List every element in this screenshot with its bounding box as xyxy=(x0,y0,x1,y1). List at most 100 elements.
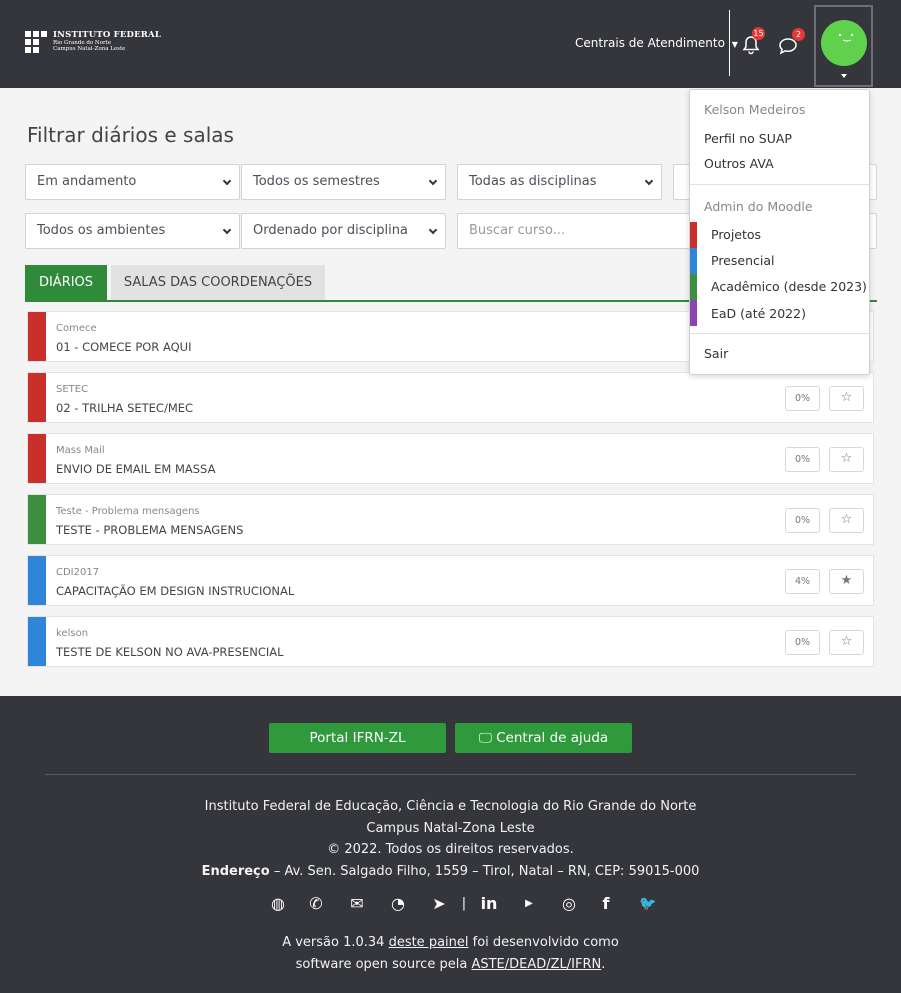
central-ajuda-button[interactable]: 🖵 Central de ajuda xyxy=(455,723,632,753)
footer-version: A versão 1.0.34 deste painel foi desenvo… xyxy=(282,935,619,950)
ordenacao-select[interactable]: Ordenado por disciplina xyxy=(241,213,446,249)
menu-divider xyxy=(690,333,869,334)
course-category: SETEC xyxy=(56,384,89,395)
menu-color-marker xyxy=(690,274,697,300)
course-category: Mass Mail xyxy=(56,445,105,456)
course-category: Comece xyxy=(56,323,97,334)
tab-salas-coordenacoes[interactable]: SALAS DAS COORDENAÇÕES xyxy=(111,265,325,300)
progress-badge: 4% xyxy=(785,569,820,594)
course-name[interactable]: 01 - COMECE POR AQUI xyxy=(56,340,191,354)
chevron-down-icon xyxy=(222,176,232,186)
centrais-atendimento-dropdown[interactable]: Centrais de Atendimento ▼ xyxy=(575,36,738,50)
menu-admin-moodle-heading: Admin do Moodle xyxy=(704,199,813,214)
progress-badge: 0% xyxy=(785,447,820,472)
progress-badge: 0% xyxy=(785,386,820,411)
caret-down-icon xyxy=(841,74,847,78)
address-text: – Av. Sen. Salgado Filho, 1559 – Tirol, … xyxy=(269,864,700,879)
course-color-bar xyxy=(28,617,46,666)
course-name[interactable]: 02 - TRILHA SETEC/MEC xyxy=(56,401,193,415)
page-footer: Portal IFRN-ZL 🖵 Central de ajuda Instit… xyxy=(0,696,901,993)
course-card[interactable]: Mass Mail ENVIO DE EMAIL EM MASSA 0% ☆ xyxy=(27,433,874,484)
progress-badge: 0% xyxy=(785,630,820,655)
menu-divider xyxy=(690,184,869,185)
menu-item-academico[interactable]: Acadêmico (desde 2023) xyxy=(711,279,867,294)
course-name[interactable]: TESTE - PROBLEMA MENSAGENS xyxy=(56,523,243,537)
help-desktop-icon: 🖵 xyxy=(478,730,492,746)
favorite-star-icon[interactable]: ☆ xyxy=(829,447,864,472)
twitter-icon[interactable]: 🐦 xyxy=(637,893,659,915)
footer-license: software open source pela ASTE/DEAD/ZL/I… xyxy=(295,957,606,972)
menu-item-perfil-suap[interactable]: Perfil no SUAP xyxy=(704,131,792,146)
course-category: kelson xyxy=(56,628,89,639)
chevron-down-icon xyxy=(222,225,232,235)
menu-item-presencial[interactable]: Presencial xyxy=(711,253,774,268)
favorite-star-icon[interactable]: ☆ xyxy=(829,630,864,655)
deste-painel-link[interactable]: deste painel xyxy=(389,935,469,950)
progress-badge: 0% xyxy=(785,508,820,533)
footer-divider xyxy=(45,774,856,775)
disciplina-select[interactable]: Todas as disciplinas xyxy=(457,164,662,200)
course-category: CDI2017 xyxy=(56,567,100,578)
phone-icon[interactable]: ✆ xyxy=(306,893,326,915)
situacao-select[interactable]: Em andamento xyxy=(25,164,240,200)
ifrn-logo[interactable]: INSTITUTO FEDERAL Rio Grande do Norte Ca… xyxy=(25,31,161,53)
logo-line3: Campus Natal-Zona Leste xyxy=(53,46,126,53)
youtube-icon[interactable]: ▶ xyxy=(518,893,540,915)
chevron-down-icon xyxy=(644,176,654,186)
top-navbar: INSTITUTO FEDERAL Rio Grande do Norte Ca… xyxy=(0,0,901,88)
course-name[interactable]: ENVIO DE EMAIL EM MASSA xyxy=(56,462,215,476)
mail-icon[interactable]: ✉ xyxy=(346,893,368,915)
semestre-select[interactable]: Todos os semestres xyxy=(241,164,446,200)
user-dropdown-menu: Kelson Medeiros Perfil no SUAP Outros AV… xyxy=(689,89,870,375)
social-separator: | xyxy=(461,896,467,911)
logo-line1: INSTITUTO FEDERAL xyxy=(53,30,162,41)
course-color-bar xyxy=(28,495,46,544)
menu-item-sair[interactable]: Sair xyxy=(704,346,728,361)
messages-button[interactable]: 2 xyxy=(778,28,805,55)
messages-badge: 2 xyxy=(792,28,805,41)
course-card[interactable]: Teste - Problema mensagens TESTE - PROBL… xyxy=(27,494,874,545)
course-color-bar xyxy=(28,373,46,422)
course-color-bar xyxy=(28,312,46,361)
centrais-label: Centrais de Atendimento xyxy=(575,36,725,50)
menu-item-outros-ava[interactable]: Outros AVA xyxy=(704,156,774,171)
course-card[interactable]: CDI2017 CAPACITAÇÃO EM DESIGN INSTRUCION… xyxy=(27,555,874,606)
notifications-badge: 15 xyxy=(752,27,765,40)
favorite-star-icon[interactable]: ☆ xyxy=(829,386,864,411)
course-category: Teste - Problema mensagens xyxy=(56,506,200,517)
user-menu-toggle[interactable] xyxy=(814,5,873,87)
navbar-divider xyxy=(729,10,730,76)
chevron-down-icon xyxy=(428,225,438,235)
aste-link[interactable]: ASTE/DEAD/ZL/IFRN xyxy=(471,957,601,972)
globe-icon[interactable]: ◍ xyxy=(268,893,288,915)
caret-down-icon: ▼ xyxy=(731,40,738,49)
favorite-star-filled-icon[interactable]: ★ xyxy=(829,569,864,594)
whatsapp-icon[interactable]: ◔ xyxy=(387,893,409,915)
page-title: Filtrar diários e salas xyxy=(27,123,234,147)
linkedin-icon[interactable]: in xyxy=(478,893,500,915)
chevron-down-icon xyxy=(428,176,438,186)
menu-color-marker xyxy=(690,300,697,326)
telegram-icon[interactable]: ➤ xyxy=(428,893,450,915)
portal-ifrn-button[interactable]: Portal IFRN-ZL xyxy=(269,723,446,753)
course-name[interactable]: TESTE DE KELSON NO AVA-PRESENCIAL xyxy=(56,645,284,659)
tab-diarios[interactable]: DIÁRIOS xyxy=(25,265,107,300)
user-name: Kelson Medeiros xyxy=(704,102,806,117)
facebook-icon[interactable]: f xyxy=(598,893,614,915)
favorite-star-icon[interactable]: ☆ xyxy=(829,508,864,533)
footer-institution: Instituto Federal de Educação, Ciência e… xyxy=(204,799,697,814)
instagram-icon[interactable]: ◎ xyxy=(558,893,580,915)
footer-copyright: © 2022. Todos os direitos reservados. xyxy=(327,842,574,857)
course-card[interactable]: kelson TESTE DE KELSON NO AVA-PRESENCIAL… xyxy=(27,616,874,667)
notifications-button[interactable]: 15 xyxy=(742,27,765,55)
footer-campus: Campus Natal-Zona Leste xyxy=(366,821,535,836)
course-card[interactable]: SETEC 02 - TRILHA SETEC/MEC 0% ☆ xyxy=(27,372,874,423)
menu-item-projetos[interactable]: Projetos xyxy=(711,227,761,242)
avatar xyxy=(821,20,867,66)
course-color-bar xyxy=(28,556,46,605)
menu-item-ead[interactable]: EaD (até 2022) xyxy=(711,306,806,321)
ifrn-logo-icon xyxy=(25,31,47,53)
avatar-face-icon xyxy=(838,33,854,42)
course-name[interactable]: CAPACITAÇÃO EM DESIGN INSTRUCIONAL xyxy=(56,584,294,598)
ambiente-select[interactable]: Todos os ambientes xyxy=(25,213,240,249)
